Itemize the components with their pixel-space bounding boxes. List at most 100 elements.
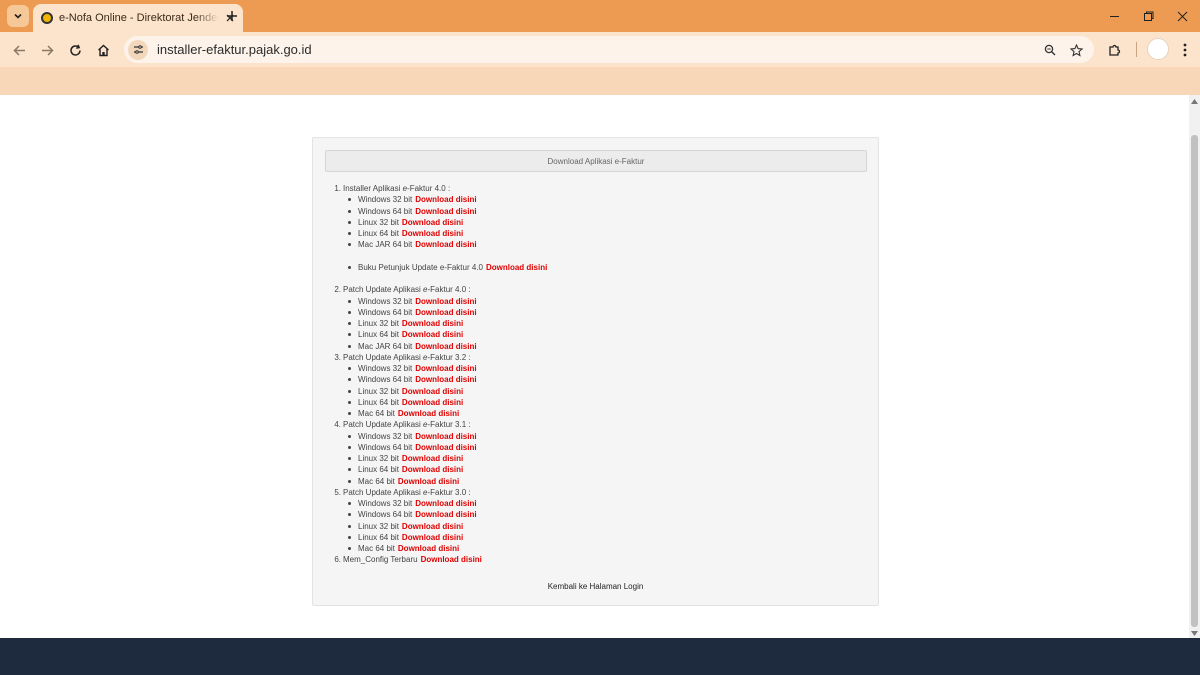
download-link[interactable]: Download disini bbox=[421, 554, 482, 565]
download-link[interactable]: Download disini bbox=[402, 532, 463, 543]
download-sublist: Windows 32 bit Download disini Windows 64 … bbox=[331, 431, 547, 487]
list-item: Linux 64 bit Download disini bbox=[348, 464, 547, 475]
restore-icon[interactable] bbox=[1138, 6, 1158, 26]
bullet-icon bbox=[348, 209, 351, 213]
download-link[interactable]: Download disini bbox=[415, 509, 476, 520]
list-item: Windows 64 bit Download disini bbox=[348, 307, 547, 318]
site-info-icon[interactable] bbox=[128, 39, 148, 60]
download-link[interactable]: Download disini bbox=[402, 521, 463, 532]
platform-label: Windows 64 bit bbox=[358, 307, 413, 317]
section-label: Patch Update Aplikasi e-Faktur 3.0 : bbox=[343, 487, 471, 497]
download-link[interactable]: Download disini bbox=[415, 341, 476, 352]
bullet-icon bbox=[348, 412, 351, 416]
download-link[interactable]: Download disini bbox=[415, 296, 476, 307]
bullet-icon bbox=[348, 389, 351, 393]
download-link[interactable]: Download disini bbox=[415, 431, 476, 442]
section-label: Installer Aplikasi e-Faktur 4.0 : bbox=[343, 184, 451, 193]
download-link[interactable]: Download disini bbox=[402, 228, 463, 239]
platform-label: Windows 32 bit bbox=[358, 431, 413, 441]
bullet-icon bbox=[348, 434, 351, 438]
favicon-icon bbox=[41, 12, 53, 24]
platform-label: Buku Petunjuk Update e-Faktur 4.0 bbox=[358, 262, 483, 272]
download-link[interactable]: Download disini bbox=[415, 363, 476, 374]
platform-label: Linux 64 bit bbox=[358, 465, 399, 475]
download-link[interactable]: Download disini bbox=[402, 386, 463, 397]
kebab-menu-icon[interactable] bbox=[1174, 39, 1196, 61]
platform-label: Windows 64 bit bbox=[358, 442, 413, 452]
section-number: 5. bbox=[334, 487, 341, 497]
section-number: 6. bbox=[334, 555, 341, 565]
list-item: Mac JAR 64 bit Download disini bbox=[348, 341, 547, 352]
platform-label: Linux 32 bit bbox=[358, 521, 399, 531]
zoom-icon[interactable] bbox=[1040, 40, 1060, 60]
list-item: Linux 64 bit Download disini bbox=[348, 228, 547, 239]
back-arrow-icon[interactable] bbox=[8, 39, 30, 61]
back-to-login-link[interactable]: Kembali ke Halaman Login bbox=[313, 582, 878, 591]
toolbar-separator bbox=[1136, 42, 1137, 57]
window-close-icon[interactable] bbox=[1172, 6, 1192, 26]
extensions-icon[interactable] bbox=[1104, 39, 1126, 61]
url-text[interactable]: installer-efaktur.pajak.go.id bbox=[157, 42, 312, 57]
scroll-up-icon[interactable] bbox=[1191, 97, 1198, 105]
list-item: Linux 32 bit Download disini bbox=[348, 453, 547, 464]
download-link[interactable]: Download disini bbox=[402, 318, 463, 329]
platform-label: Linux 32 bit bbox=[358, 217, 399, 227]
download-link[interactable]: Download disini bbox=[415, 194, 476, 205]
section-title: 2. Patch Update Aplikasi e-Faktur 4.0 : bbox=[331, 284, 547, 295]
bullet-icon bbox=[348, 400, 351, 404]
tab-title: e-Nofa Online - Direktorat Jenderal Paja… bbox=[59, 12, 219, 24]
download-sublist: Windows 32 bit Download disini Windows 64 … bbox=[331, 194, 547, 284]
download-link[interactable]: Download disini bbox=[415, 498, 476, 509]
forward-arrow-icon[interactable] bbox=[36, 39, 58, 61]
download-link[interactable]: Download disini bbox=[402, 453, 463, 464]
bullet-icon bbox=[348, 457, 351, 461]
list-item: Linux 32 bit Download disini bbox=[348, 521, 547, 532]
minimize-icon[interactable] bbox=[1104, 6, 1124, 26]
platform-label: Windows 64 bit bbox=[358, 206, 413, 216]
download-link[interactable]: Download disini bbox=[415, 307, 476, 318]
bullet-icon bbox=[348, 468, 351, 472]
download-link[interactable]: Download disini bbox=[415, 442, 476, 453]
list-item: Windows 32 bit Download disini bbox=[348, 363, 547, 374]
section-number: 4. bbox=[334, 420, 341, 430]
plus-icon[interactable] bbox=[222, 6, 242, 26]
platform-label: Windows 64 bit bbox=[358, 375, 413, 385]
download-link[interactable]: Download disini bbox=[415, 206, 476, 217]
platform-label: Linux 64 bit bbox=[358, 229, 399, 238]
list-item: Linux 32 bit Download disini bbox=[348, 318, 547, 329]
platform-label: Linux 32 bit bbox=[358, 454, 399, 463]
bullet-icon bbox=[348, 524, 351, 528]
list-item: Linux 64 bit Download disini bbox=[348, 532, 547, 543]
platform-label: Linux 64 bit bbox=[358, 532, 399, 542]
download-link[interactable]: Download disini bbox=[486, 262, 547, 273]
reload-icon[interactable] bbox=[64, 39, 86, 61]
download-link[interactable]: Download disini bbox=[398, 408, 459, 419]
scroll-thumb[interactable] bbox=[1191, 135, 1198, 627]
download-link[interactable]: Download disini bbox=[402, 464, 463, 475]
platform-label: Linux 32 bit bbox=[358, 386, 399, 396]
bullet-icon bbox=[348, 513, 351, 517]
download-link[interactable]: Download disini bbox=[402, 397, 463, 408]
download-link[interactable]: Download disini bbox=[398, 543, 459, 554]
section-title: 4. Patch Update Aplikasi e-Faktur 3.1 : bbox=[331, 419, 547, 430]
scroll-down-icon[interactable] bbox=[1191, 629, 1198, 637]
bullet-icon bbox=[348, 310, 351, 314]
download-link[interactable]: Download disini bbox=[402, 217, 463, 228]
address-bar[interactable]: installer-efaktur.pajak.go.id bbox=[124, 36, 1094, 63]
bullet-icon bbox=[348, 547, 351, 551]
scrollbar[interactable] bbox=[1189, 95, 1200, 638]
list-item: Windows 64 bit Download disini bbox=[348, 374, 547, 385]
download-link[interactable]: Download disini bbox=[402, 329, 463, 340]
avatar[interactable] bbox=[1147, 38, 1169, 60]
bullet-icon bbox=[348, 322, 351, 326]
home-icon[interactable] bbox=[92, 39, 114, 61]
section-number: 2. bbox=[334, 285, 341, 295]
browser-tab[interactable]: e-Nofa Online - Direktorat Jenderal Paja… bbox=[33, 4, 243, 32]
platform-label: Linux 64 bit bbox=[358, 397, 399, 407]
download-link[interactable]: Download disini bbox=[415, 374, 476, 385]
download-link[interactable]: Download disini bbox=[398, 476, 459, 487]
download-list: 1. Installer Aplikasi e-Faktur 4.0 : Windo… bbox=[331, 183, 547, 566]
star-icon[interactable] bbox=[1066, 40, 1086, 60]
tab-search-icon[interactable] bbox=[7, 5, 29, 27]
download-link[interactable]: Download disini bbox=[415, 239, 476, 250]
